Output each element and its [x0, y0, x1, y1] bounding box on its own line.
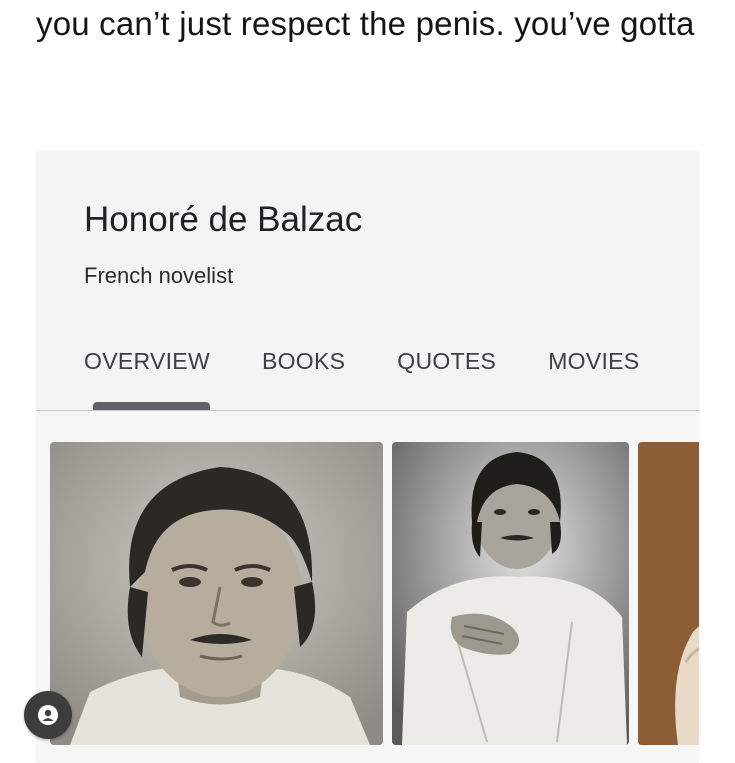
tab-selected-indicator — [93, 402, 210, 410]
entity-subtitle: French novelist — [84, 263, 234, 288]
meme-page: you can’t just respect the penis. you’ve… — [0, 0, 735, 763]
tab-overview[interactable]: OVERVIEW — [84, 348, 210, 378]
portrait-photo-1[interactable] — [50, 442, 383, 745]
tab-books[interactable]: BOOKS — [262, 348, 345, 378]
tab-quotes[interactable]: QUOTES — [397, 348, 496, 378]
user-avatar-badge[interactable] — [24, 691, 72, 739]
portrait-illustration-1 — [50, 442, 383, 745]
knowledge-panel-header: Honoré de Balzac French novelist OVERVIE… — [36, 152, 699, 411]
knowledge-panel-card: Honoré de Balzac French novelist OVERVIE… — [36, 152, 699, 763]
user-avatar-icon — [38, 705, 58, 725]
portrait-photo-2[interactable] — [392, 442, 629, 745]
tab-movies[interactable]: MOVIES — [548, 348, 639, 378]
tab-bar: OVERVIEW BOOKS QUOTES MOVIES — [84, 348, 639, 378]
entity-title[interactable]: Honoré de Balzac — [84, 200, 362, 240]
photo-carousel[interactable] — [50, 442, 699, 745]
painting-photo-3[interactable] — [638, 442, 699, 745]
painting-illustration-3 — [638, 442, 699, 745]
portrait-illustration-2 — [392, 442, 629, 745]
meme-caption: you can’t just respect the penis. you’ve… — [36, 5, 695, 42]
